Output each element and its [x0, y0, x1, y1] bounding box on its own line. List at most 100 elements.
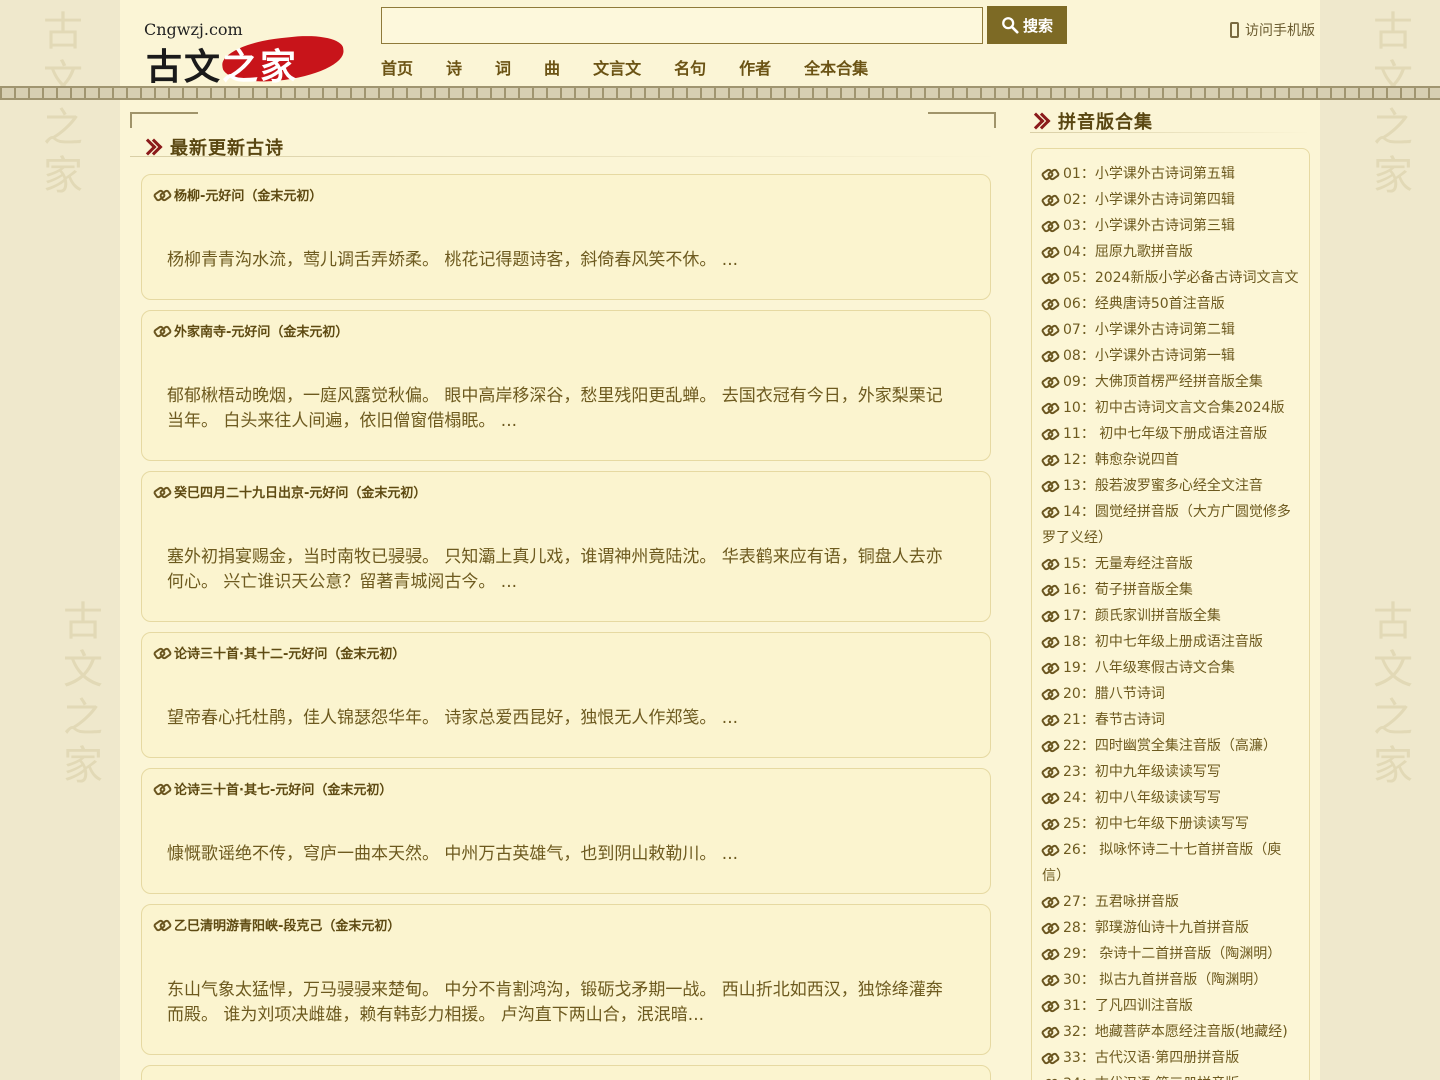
collection-item[interactable]: 10：初中古诗词文言文合集2024版 — [1042, 395, 1301, 421]
collection-item[interactable]: 32：地藏菩萨本愿经注音版(地藏经) — [1042, 1019, 1301, 1045]
search-input[interactable] — [381, 7, 983, 44]
collection-item[interactable]: 02：小学课外古诗词第四辑 — [1042, 187, 1301, 213]
poem-title-link[interactable]: 乙巳清明游青阳峡-段克己（金末元初） — [154, 915, 400, 934]
collection-item-label: 18：初中七年级上册成语注音版 — [1063, 634, 1263, 650]
collection-item[interactable]: 03：小学课外古诗词第三辑 — [1042, 213, 1301, 239]
logo-text-2: 之家 — [222, 46, 299, 88]
nav-item-home[interactable]: 首页 — [381, 55, 413, 79]
collection-item-label: 13：般若波罗蜜多心经全文注音 — [1063, 478, 1263, 494]
site-logo[interactable]: Cngwzj.com 古文之家 — [144, 20, 346, 88]
link-icon — [1042, 429, 1057, 439]
poem-excerpt: 郁郁楸梧动晚烟，一庭风露觉秋偏。 眼中高岸移深谷，愁里残阳更乱蝉。 去国衣冠有今… — [167, 386, 943, 431]
collection-item[interactable]: 19：八年级寒假古诗文合集 — [1042, 655, 1301, 681]
sidebar-title-text: 拼音版合集 — [1058, 112, 1153, 133]
poem-card: 乙巳清明游青阳峡-段克己（金末元初） 东山气象太猛悍，万马骎骎来楚甸。 中分不肯… — [141, 904, 991, 1055]
collection-item-label: 28：郭璞游仙诗十九首拼音版 — [1063, 920, 1249, 936]
collection-item[interactable]: 09：大佛顶首楞严经拼音版全集 — [1042, 369, 1301, 395]
poem-title: 乙巳清明游青阳峡-段克己（金末元初） — [174, 919, 401, 934]
collection-item-label: 33：古代汉语·第四册拼音版 — [1063, 1050, 1240, 1066]
collection-item[interactable]: 04：屈原九歌拼音版 — [1042, 239, 1301, 265]
search-button-label: 搜索 — [1022, 16, 1053, 35]
nav-item-mingju[interactable]: 名句 — [674, 55, 706, 79]
nav-item-qu[interactable]: 曲 — [544, 55, 560, 79]
nav-item-wenyanwen[interactable]: 文言文 — [593, 55, 641, 79]
collection-item[interactable]: 16：荀子拼音版全集 — [1042, 577, 1301, 603]
collection-item[interactable]: 20：腊八节诗词 — [1042, 681, 1301, 707]
collection-item[interactable]: 26： 拟咏怀诗二十七首拼音版（庾信） — [1042, 837, 1301, 889]
watermark: 古文之家 — [1366, 10, 1412, 202]
poem-title-link[interactable]: 论诗三十首·其十二-元好问（金末元初） — [154, 643, 405, 662]
link-icon — [1042, 351, 1057, 361]
collection-item-label: 25：初中七年级下册读读写写 — [1063, 816, 1249, 832]
collection-item-label: 07：小学课外古诗词第二辑 — [1063, 322, 1235, 338]
collection-item-label: 21：春节古诗词 — [1063, 712, 1165, 728]
poem-card: 论诗三十首·其十二-元好问（金末元初） 望帝春心托杜鹃，佳人锦瑟怨华年。 诗家总… — [141, 632, 991, 758]
link-icon — [154, 920, 169, 930]
pinyin-collection-list: 01：小学课外古诗词第五辑 02：小学课外古诗词第四辑 03：小学课外古诗词第三辑 0… — [1031, 148, 1310, 1080]
link-icon — [154, 487, 169, 497]
collection-item[interactable]: 01：小学课外古诗词第五辑 — [1042, 161, 1301, 187]
poem-title: 论诗三十首·其七-元好问（金末元初） — [174, 783, 393, 798]
link-icon — [1042, 299, 1057, 309]
mobile-version-link[interactable]: 访问手机版 — [1230, 20, 1315, 40]
collection-item[interactable]: 13：般若波罗蜜多心经全文注音 — [1042, 473, 1301, 499]
collection-item[interactable]: 17：颜氏家训拼音版全集 — [1042, 603, 1301, 629]
collection-item[interactable]: 15：无量寿经注音版 — [1042, 551, 1301, 577]
collection-item[interactable]: 30： 拟古九首拼音版（陶渊明） — [1042, 967, 1301, 993]
nav-item-authors[interactable]: 作者 — [739, 55, 771, 79]
collection-item[interactable]: 18：初中七年级上册成语注音版 — [1042, 629, 1301, 655]
collection-item[interactable]: 14：圆觉经拼音版（大方广圆觉修多罗了义经） — [1042, 499, 1301, 551]
collection-item[interactable]: 25：初中七年级下册读读写写 — [1042, 811, 1301, 837]
collection-item[interactable]: 11： 初中七年级下册成语注音版 — [1042, 421, 1301, 447]
link-icon — [1042, 637, 1057, 647]
link-icon — [1042, 689, 1057, 699]
divider — [130, 156, 1000, 157]
collection-item[interactable]: 07：小学课外古诗词第二辑 — [1042, 317, 1301, 343]
logo-mark: 古文之家 — [144, 31, 346, 88]
collection-item-label: 22：四时幽赏全集注音版（高濂） — [1063, 738, 1277, 754]
collection-item[interactable]: 05：2024新版小学必备古诗词文言文 — [1042, 265, 1301, 291]
collection-item-label: 34：古代汉语·第三册拼音版 — [1063, 1076, 1239, 1080]
collection-item[interactable]: 29： 杂诗十二首拼音版（陶渊明） — [1042, 941, 1301, 967]
poem-title-link[interactable]: 癸巳四月二十九日出京-元好问（金末元初） — [154, 482, 426, 501]
collection-item-label: 23：初中九年级读读写写 — [1063, 764, 1221, 780]
collection-item[interactable]: 24：初中八年级读读写写 — [1042, 785, 1301, 811]
poem-title-link[interactable]: 杨柳-元好问（金末元初） — [154, 185, 322, 204]
nav-item-collections[interactable]: 全本合集 — [804, 55, 868, 79]
poem-title-link[interactable]: 论诗三十首·其七-元好问（金末元初） — [154, 779, 392, 798]
collection-item[interactable]: 22：四时幽赏全集注音版（高濂） — [1042, 733, 1301, 759]
double-chevron-icon — [142, 137, 160, 157]
link-icon — [1042, 1053, 1057, 1063]
link-icon — [1042, 273, 1057, 283]
collection-item[interactable]: 28：郭璞游仙诗十九首拼音版 — [1042, 915, 1301, 941]
collection-item[interactable]: 06：经典唐诗50首注音版 — [1042, 291, 1301, 317]
collection-item[interactable]: 27：五君咏拼音版 — [1042, 889, 1301, 915]
nav-item-ci[interactable]: 词 — [495, 55, 511, 79]
key-pattern-border — [0, 86, 1440, 100]
nav-item-shi[interactable]: 诗 — [446, 55, 462, 79]
mobile-link-label: 访问手机版 — [1245, 23, 1315, 39]
poem-title: 癸巳四月二十九日出京-元好问（金末元初） — [174, 486, 427, 501]
link-icon — [1042, 247, 1057, 257]
header: Cngwzj.com 古文之家 搜索 访问手机版 首页 诗 词 曲 文言文 名句… — [120, 0, 1320, 88]
collection-item-label: 29： 杂诗十二首拼音版（陶渊明） — [1063, 946, 1282, 962]
collection-item-label: 05：2024新版小学必备古诗词文言文 — [1063, 270, 1299, 286]
collection-item-label: 32：地藏菩萨本愿经注音版(地藏经) — [1063, 1024, 1288, 1040]
collection-item[interactable]: 33：古代汉语·第四册拼音版 — [1042, 1045, 1301, 1071]
search-button[interactable]: 搜索 — [987, 6, 1067, 44]
collection-item[interactable]: 23：初中九年级读读写写 — [1042, 759, 1301, 785]
page: Cngwzj.com 古文之家 搜索 访问手机版 首页 诗 词 曲 文言文 名句… — [120, 0, 1320, 1080]
collection-item-label: 30： 拟古九首拼音版（陶渊明） — [1063, 972, 1268, 988]
collection-item[interactable]: 12：韩愈杂说四首 — [1042, 447, 1301, 473]
collection-item[interactable]: 21：春节古诗词 — [1042, 707, 1301, 733]
poem-title: 论诗三十首·其十二-元好问（金末元初） — [174, 647, 406, 662]
double-chevron-icon — [1030, 111, 1048, 131]
collection-item[interactable]: 31：了凡四训注音版 — [1042, 993, 1301, 1019]
poem-card: 杨柳-元好问（金末元初） 杨柳青青沟水流，莺儿调舌弄娇柔。 桃花记得题诗客，斜倚… — [141, 174, 991, 300]
poem-title-link[interactable]: 外家南寺-元好问（金末元初） — [154, 321, 348, 340]
collection-item[interactable]: 34：古代汉语·第三册拼音版 — [1042, 1071, 1301, 1080]
collection-item[interactable]: 08：小学课外古诗词第一辑 — [1042, 343, 1301, 369]
poem-card-partial — [141, 1065, 991, 1080]
collection-item-label: 17：颜氏家训拼音版全集 — [1063, 608, 1221, 624]
poem-title: 外家南寺-元好问（金末元初） — [174, 325, 349, 340]
